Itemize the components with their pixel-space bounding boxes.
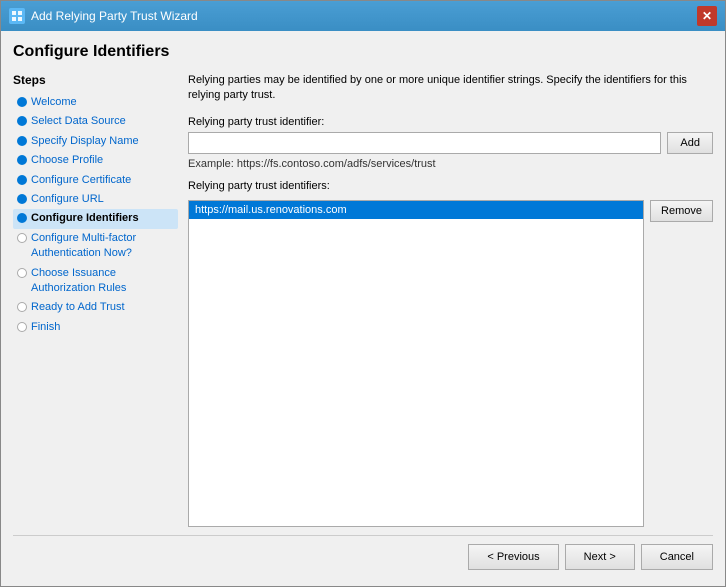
dot-icon — [17, 116, 27, 126]
window-title: Add Relying Party Trust Wizard — [31, 9, 198, 23]
identifiers-buttons: Remove — [650, 200, 713, 527]
sidebar-item-label: Choose Profile — [31, 153, 103, 168]
dot-icon — [17, 233, 27, 243]
identifier-input-row: Add — [188, 132, 713, 154]
sidebar-item-label: Welcome — [31, 95, 77, 110]
sidebar-item-choose-profile[interactable]: Choose Profile — [13, 151, 178, 170]
description-text: Relying parties may be identified by one… — [188, 73, 713, 104]
sidebar-title: Steps — [13, 73, 178, 87]
sidebar-item-select-data-source[interactable]: Select Data Source — [13, 112, 178, 131]
cancel-button[interactable]: Cancel — [641, 544, 713, 570]
identifiers-area: https://mail.us.renovations.com Remove — [188, 200, 713, 527]
dot-icon — [17, 213, 27, 223]
content-area: Steps Welcome Select Data Source Specify… — [13, 73, 713, 527]
identifiers-list-label: Relying party trust identifiers: — [188, 180, 713, 192]
dot-icon — [17, 155, 27, 165]
dot-icon — [17, 194, 27, 204]
example-text: Example: https://fs.contoso.com/adfs/ser… — [188, 158, 713, 170]
next-button[interactable]: Next > — [565, 544, 635, 570]
sidebar: Steps Welcome Select Data Source Specify… — [13, 73, 188, 527]
sidebar-item-label: Finish — [31, 320, 60, 335]
remove-button[interactable]: Remove — [650, 200, 713, 222]
sidebar-item-welcome[interactable]: Welcome — [13, 93, 178, 112]
wizard-footer: < Previous Next > Cancel — [13, 535, 713, 574]
main-content: Relying parties may be identified by one… — [188, 73, 713, 527]
sidebar-item-choose-issuance[interactable]: Choose Issuance Authorization Rules — [13, 264, 178, 299]
sidebar-item-configure-url[interactable]: Configure URL — [13, 190, 178, 209]
sidebar-item-finish[interactable]: Finish — [13, 318, 178, 337]
dot-icon — [17, 302, 27, 312]
dot-icon — [17, 136, 27, 146]
identifier-field-group: Relying party trust identifier: Add Exam… — [188, 116, 713, 170]
page-title: Configure Identifiers — [13, 43, 713, 61]
sidebar-item-label: Configure Multi-factor Authentication No… — [31, 231, 174, 262]
list-item[interactable]: https://mail.us.renovations.com — [189, 201, 643, 219]
dot-icon — [17, 97, 27, 107]
dot-icon — [17, 268, 27, 278]
sidebar-item-label: Configure Identifiers — [31, 211, 139, 226]
sidebar-item-specify-display-name[interactable]: Specify Display Name — [13, 132, 178, 151]
previous-button[interactable]: < Previous — [468, 544, 558, 570]
sidebar-item-label: Choose Issuance Authorization Rules — [31, 266, 174, 297]
sidebar-item-configure-identifiers[interactable]: Configure Identifiers — [13, 209, 178, 228]
identifier-field-label: Relying party trust identifier: — [188, 116, 713, 128]
sidebar-item-label: Configure Certificate — [31, 173, 131, 188]
sidebar-item-label: Select Data Source — [31, 114, 126, 129]
dot-icon — [17, 175, 27, 185]
wizard-window: Add Relying Party Trust Wizard ✕ Configu… — [0, 0, 726, 587]
sidebar-item-configure-certificate[interactable]: Configure Certificate — [13, 171, 178, 190]
sidebar-item-label: Specify Display Name — [31, 134, 139, 149]
title-bar-left: Add Relying Party Trust Wizard — [9, 8, 198, 24]
dot-icon — [17, 322, 27, 332]
close-button[interactable]: ✕ — [697, 6, 717, 26]
add-button[interactable]: Add — [667, 132, 713, 154]
identifier-input[interactable] — [188, 132, 661, 154]
title-bar: Add Relying Party Trust Wizard ✕ — [1, 1, 725, 31]
sidebar-item-label: Configure URL — [31, 192, 104, 207]
app-icon — [9, 8, 25, 24]
sidebar-item-configure-multifactor[interactable]: Configure Multi-factor Authentication No… — [13, 229, 178, 264]
sidebar-item-label: Ready to Add Trust — [31, 300, 125, 315]
sidebar-item-ready-to-add[interactable]: Ready to Add Trust — [13, 298, 178, 317]
window-body: Configure Identifiers Steps Welcome Sele… — [1, 31, 725, 586]
identifiers-list[interactable]: https://mail.us.renovations.com — [188, 200, 644, 527]
